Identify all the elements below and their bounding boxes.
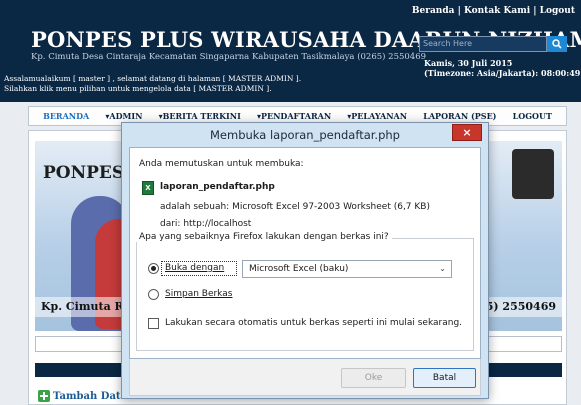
date-text: Kamis, 30 Juli 2015 (424, 58, 513, 68)
dialog-intro: Anda memutuskan untuk membuka: (139, 159, 304, 169)
welcome-line-1: Assalamualaikum [ master ] , selamat dat… (4, 74, 302, 83)
excel-file-icon: X (142, 181, 154, 195)
dialog-footer: Oke Batal (129, 359, 481, 396)
auto-action-checkbox[interactable] (148, 318, 159, 329)
close-icon: × (462, 126, 472, 139)
timezone-text: (Timezone: Asia/Jakarta): 08:00:49 (424, 68, 581, 78)
add-data-link[interactable]: Tambah Data (37, 389, 127, 403)
nav-pendaftaran[interactable]: ▾PENDAFTARAN (257, 111, 331, 121)
save-file-label[interactable]: Simpan Berkas (165, 289, 232, 299)
action-question: Apa yang sebaiknya Firefox lakukan denga… (136, 232, 392, 242)
add-icon (38, 390, 50, 402)
chevron-down-icon: ⌄ (439, 264, 446, 273)
nav-laporan-pse[interactable]: LAPORAN (PSE) (423, 111, 496, 121)
dialog-body: Anda memutuskan untuk membuka: X laporan… (129, 147, 481, 359)
search-button[interactable] (547, 36, 567, 52)
open-file-dialog: Membuka laporan_pendaftar.php × Anda mem… (121, 122, 489, 399)
nav-logout[interactable]: LOGOUT (513, 111, 552, 121)
close-button[interactable]: × (452, 124, 482, 141)
add-data-label: Tambah Data (53, 390, 128, 402)
file-source: dari: http://localhost (160, 219, 252, 229)
open-with-radio[interactable] (148, 263, 159, 274)
search-input[interactable]: Search Here (419, 36, 547, 52)
open-with-value: Microsoft Excel (baku) (249, 264, 349, 274)
school-logo (512, 149, 554, 199)
banner-caption-right: 65) 2550469 (478, 300, 556, 313)
nav-admin[interactable]: ▾ADMIN (105, 111, 142, 121)
open-with-label[interactable]: Buka dengan (165, 263, 224, 273)
welcome-message: Assalamualaikum [ master ] , selamat dat… (4, 74, 301, 94)
open-with-select[interactable]: Microsoft Excel (baku) ⌄ (242, 260, 452, 278)
save-file-radio[interactable] (148, 289, 159, 300)
nav-pelayanan[interactable]: ▾PELAYANAN (347, 111, 407, 121)
nav-beranda[interactable]: BERANDA (43, 111, 89, 121)
site-subtitle: Kp. Cimuta Desa Cintaraja Kecamatan Sing… (31, 52, 427, 62)
ok-button[interactable]: Oke (341, 368, 406, 388)
nav-berita-terkini[interactable]: ▾BERITA TERKINI (159, 111, 241, 121)
save-file-label-text: Simpan Berkas (165, 289, 233, 299)
dialog-title: Membuka laporan_pendaftar.php (210, 128, 400, 142)
file-name: laporan_pendaftar.php (160, 182, 275, 192)
date-display: Kamis, 30 Juli 2015 (Timezone: Asia/Jaka… (424, 58, 580, 78)
dialog-titlebar[interactable]: Membuka laporan_pendaftar.php × (122, 123, 488, 147)
banner-title: PONPES (43, 163, 125, 183)
file-type: adalah sebuah: Microsoft Excel 97-2003 W… (160, 202, 430, 212)
top-links[interactable]: Beranda | Kontak Kami | Logout (412, 6, 575, 16)
auto-action-label[interactable]: Lakukan secara otomatis untuk berkas sep… (165, 318, 462, 328)
welcome-line-2: Silahkan klik menu pilihan untuk mengelo… (4, 84, 272, 93)
cancel-button[interactable]: Batal (413, 368, 476, 388)
open-with-label-text: Buka dengan (165, 263, 225, 273)
banner-caption-left: Kp. Cimuta R (41, 300, 124, 313)
search-icon (552, 39, 562, 49)
site-header: Beranda | Kontak Kami | Logout PONPES PL… (0, 0, 581, 102)
